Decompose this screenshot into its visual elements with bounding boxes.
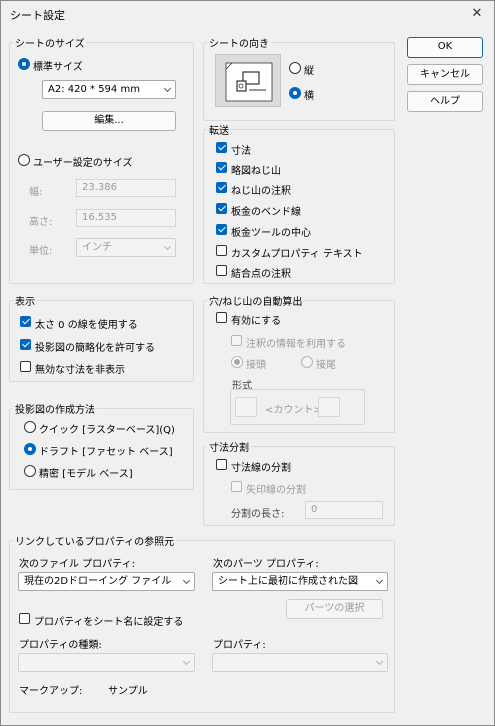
transfer-tool-center-checkbox[interactable]	[216, 224, 227, 235]
width-input[interactable]: 23.386	[76, 179, 176, 197]
zero-width-line-label: 太さ 0 の線を使用する	[35, 320, 138, 331]
property-select[interactable]	[212, 653, 388, 672]
unit-select[interactable]: インチ	[76, 238, 176, 257]
suffix-radio[interactable]	[301, 356, 313, 368]
height-input[interactable]: 16.535	[76, 209, 176, 227]
user-defined-size-radio[interactable]	[18, 154, 30, 166]
markup-value: サンプル	[108, 686, 148, 697]
file-property-label: 次のファイル プロパティ:	[19, 559, 135, 570]
simplify-view-label: 投影図の簡略化を許可する	[35, 343, 155, 354]
quick-raster-radio[interactable]	[24, 421, 36, 433]
transfer-thread-note-label: ねじ山の注釈	[231, 186, 291, 197]
hide-invalid-dims-checkbox[interactable]	[20, 361, 31, 372]
split-dim-line-checkbox[interactable]	[216, 459, 227, 470]
draft-facet-label: ドラフト [ファセット ベース]	[39, 447, 173, 458]
enable-hole-thread-label: 有効にする	[231, 316, 282, 327]
part-property-value: シート上に最初に作成された図	[218, 576, 358, 587]
part-property-select[interactable]: シート上に最初に作成された図	[212, 572, 388, 591]
use-note-info-label: 注釈の情報を利用する	[246, 339, 346, 350]
orientation-preview	[215, 54, 281, 107]
portrait-radio[interactable]	[289, 62, 301, 74]
window-title: シート設定	[10, 9, 65, 22]
prefix-radio[interactable]	[231, 356, 243, 368]
chevron-down-icon	[163, 242, 172, 251]
help-button[interactable]: ヘルプ	[407, 91, 483, 112]
unit-value: インチ	[82, 242, 112, 253]
ok-button[interactable]: OK	[407, 37, 483, 58]
transfer-tool-center-label: 板金ツールの中心	[231, 228, 311, 239]
title-bar[interactable]: シート設定 ✕	[1, 1, 494, 27]
prefix-label: 接頭	[246, 360, 266, 371]
projection-group-label: 投影図の作成方法	[13, 401, 97, 416]
split-arrow-line-label: 矢印線の分割	[246, 485, 306, 496]
user-defined-size-label: ユーザー設定のサイズ	[33, 158, 133, 169]
chevron-down-icon	[163, 84, 172, 93]
select-part-button[interactable]: パーツの選択	[286, 599, 383, 619]
hide-invalid-dims-label: 無効な寸法を非表示	[35, 365, 125, 376]
standard-size-select[interactable]: A2: 420 * 594 mm	[42, 80, 176, 99]
height-label: 高さ:	[29, 217, 53, 228]
quick-raster-label: クイック [ラスターベース](Q)	[39, 425, 175, 436]
transfer-custom-property-checkbox[interactable]	[216, 245, 227, 256]
simplify-view-checkbox[interactable]	[20, 339, 31, 350]
dim-split-group-label: 寸法分割	[207, 439, 251, 454]
landscape-radio[interactable]	[289, 87, 301, 99]
use-note-info-checkbox[interactable]	[231, 335, 242, 346]
transfer-bend-line-checkbox[interactable]	[216, 203, 227, 214]
chevron-down-icon	[375, 576, 384, 585]
standard-size-label: 標準サイズ	[33, 62, 83, 73]
chevron-down-icon	[375, 657, 384, 666]
part-property-label: 次のパーツ プロパティ:	[213, 559, 319, 570]
transfer-group-label: 転送	[207, 122, 231, 137]
transfer-bend-line-label: 板金のベンド線	[231, 207, 301, 218]
format-prefix-field[interactable]	[235, 397, 257, 417]
set-sheet-name-checkbox[interactable]	[19, 613, 30, 624]
unit-label: 単位:	[29, 246, 53, 257]
property-type-select[interactable]	[18, 653, 195, 672]
split-dim-line-label: 寸法線の分割	[231, 463, 291, 474]
standard-size-value: A2: 420 * 594 mm	[48, 84, 140, 95]
hole-thread-group-label: 穴/ねじ山の自動算出	[207, 293, 305, 308]
precise-model-radio[interactable]	[24, 465, 36, 477]
standard-size-radio[interactable]	[18, 58, 30, 70]
format-suffix-field[interactable]	[318, 397, 340, 417]
sheet-size-group-label: シートのサイズ	[13, 35, 87, 50]
draft-facet-radio[interactable]	[24, 443, 36, 455]
transfer-dimensions-checkbox[interactable]	[216, 142, 227, 153]
count-placeholder: <カウント>	[265, 405, 322, 416]
transfer-thread-note-checkbox[interactable]	[216, 182, 227, 193]
cancel-button[interactable]: キャンセル	[407, 64, 483, 85]
transfer-dimensions-label: 寸法	[231, 146, 251, 157]
linked-properties-group-label: リンクしているプロパティの参照元	[13, 533, 177, 548]
split-length-input[interactable]: 0	[305, 501, 383, 519]
chevron-down-icon	[182, 576, 191, 585]
enable-hole-thread-checkbox[interactable]	[216, 312, 227, 323]
markup-label: マークアップ:	[19, 686, 83, 697]
landscape-label: 横	[304, 91, 314, 102]
precise-model-label: 精密 [モデル ベース]	[39, 469, 133, 480]
transfer-weld-note-label: 結合点の注釈	[231, 269, 291, 280]
transfer-custom-property-label: カスタムプロパティ テキスト	[231, 249, 363, 260]
zero-width-line-checkbox[interactable]	[20, 316, 31, 327]
property-type-label: プロパティの種類:	[19, 640, 102, 651]
set-sheet-name-label: プロパティをシート名に設定する	[34, 617, 184, 628]
split-arrow-line-checkbox[interactable]	[231, 481, 242, 492]
orientation-group-label: シートの向き	[207, 35, 271, 50]
display-group-label: 表示	[13, 293, 37, 308]
suffix-label: 接尾	[316, 360, 336, 371]
split-length-label: 分割の長さ:	[231, 509, 285, 520]
file-property-value: 現在の2Dドローイング ファイル	[24, 576, 172, 587]
file-property-select[interactable]: 現在の2Dドローイング ファイル	[18, 572, 195, 591]
width-label: 幅:	[29, 187, 43, 198]
portrait-label: 縦	[304, 66, 314, 77]
edit-size-button[interactable]: 編集...	[42, 111, 176, 131]
transfer-cosmetic-thread-label: 略図ねじ山	[231, 166, 281, 177]
sheet-preview-icon	[225, 62, 273, 102]
chevron-down-icon	[182, 657, 191, 666]
close-icon[interactable]: ✕	[467, 4, 487, 24]
transfer-weld-note-checkbox[interactable]	[216, 265, 227, 276]
transfer-cosmetic-thread-checkbox[interactable]	[216, 162, 227, 173]
property-label: プロパティ:	[213, 640, 266, 651]
